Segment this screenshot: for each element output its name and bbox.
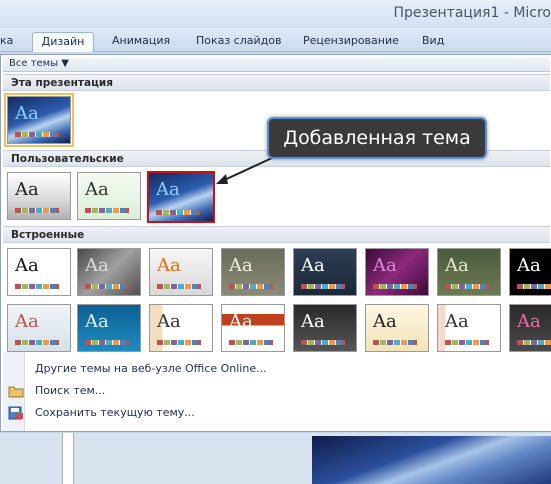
theme-sample-text: Aa [15,179,39,200]
theme-builtin-3[interactable]: Aa [149,248,213,296]
theme-builtin-5[interactable]: Aa [293,248,357,296]
color-swatches [15,340,59,345]
tab-review[interactable]: Рецензирование [303,32,399,52]
section-built-in: Встроенные [3,226,550,243]
section-this-presentation: Эта презентация [3,74,550,91]
menu-item-label: Поиск тем... [35,384,106,397]
menu-item-label: Сохранить текущую тему... [35,406,195,419]
theme-sample-text: Aa [157,311,181,332]
color-swatches [15,132,59,137]
color-swatches [229,284,273,289]
folder-icon [8,384,24,398]
theme-sample-text: Aa [445,311,469,332]
theme-builtin-7[interactable]: Aa [437,248,501,296]
all-themes-dropdown[interactable]: Все темы ▼ [9,57,69,72]
theme-sample-text: Aa [15,255,39,276]
added-theme-callout: Добавленная тема [267,117,487,159]
themes-gallery: Все темы ▼ Эта презентация Aa Пользовате… [0,54,551,432]
color-swatches [229,340,273,345]
ribbon-tab-bar: ка Дизайн Анимация Показ слайдов Рецензи… [0,28,551,52]
theme-sample-text: Aa [301,255,325,276]
theme-builtin-15[interactable]: Aa [437,304,501,352]
theme-sample-text: Aa [229,311,253,332]
theme-builtin-office[interactable]: Aa [7,248,71,296]
theme-builtin-11[interactable]: Aa [149,304,213,352]
theme-current[interactable]: Aa [4,93,74,147]
theme-sample-text: Aa [85,255,109,276]
menu-save-current-theme[interactable]: Сохранить текущую тему... [3,403,550,424]
menu-browse-themes[interactable]: Поиск тем... [3,381,550,402]
color-swatches [301,284,345,289]
theme-builtin-8[interactable]: Aa [509,248,551,296]
color-swatches [85,208,129,213]
color-swatches [15,284,59,289]
color-swatches [85,284,129,289]
theme-builtin-4[interactable]: Aa [221,248,285,296]
color-swatches [85,340,129,345]
color-swatches [157,340,201,345]
theme-builtin-2[interactable]: Aa [77,248,141,296]
color-swatches [15,208,59,213]
theme-custom-2[interactable]: Aa [77,172,141,220]
theme-builtin-10[interactable]: Aa [77,304,141,352]
menu-item-label: Другие темы на веб-узле Office Online... [35,362,267,375]
theme-builtin-6[interactable]: Aa [365,248,429,296]
theme-sample-text: Aa [157,255,181,276]
slide-preview [312,436,551,484]
color-swatches [156,210,200,215]
theme-sample-text: Aa [15,311,39,332]
theme-builtin-13[interactable]: Aa [293,304,357,352]
theme-sample-text: Aa [85,179,109,200]
tab-view[interactable]: Вид [422,32,444,52]
menu-more-themes-online[interactable]: Другие темы на веб-узле Office Online... [3,359,550,380]
theme-custom-1[interactable]: Aa [7,172,71,220]
theme-sample-text: Aa [156,179,180,200]
theme-sample-text: Aa [301,311,325,332]
color-swatches [157,284,201,289]
theme-sample-text: Aa [517,255,541,276]
theme-sample-text: Aa [15,103,39,124]
tab-file[interactable]: ка [0,32,13,52]
tab-design[interactable]: Дизайн [32,32,94,52]
color-swatches [301,340,345,345]
color-swatches [373,340,417,345]
gallery-filter-bar: Все темы ▼ [3,57,550,72]
theme-sample-text: Aa [373,255,397,276]
theme-sample-text: Aa [85,311,109,332]
color-swatches [373,284,417,289]
theme-sample-text: Aa [229,255,253,276]
theme-sample-text: Aa [373,311,397,332]
tab-slideshow[interactable]: Показ слайдов [196,32,282,52]
color-swatches [517,284,551,289]
color-swatches [517,340,551,345]
vertical-ruler [62,433,74,484]
theme-sample-text: Aa [517,311,541,332]
theme-builtin-9[interactable]: Aa [7,304,71,352]
save-theme-icon [8,406,24,420]
theme-builtin-12[interactable]: Aa [221,304,285,352]
window-title: Презентация1 - Micro [393,5,551,21]
theme-builtin-14[interactable]: Aa [365,304,429,352]
tab-animation[interactable]: Анимация [112,32,170,52]
color-swatches [445,284,489,289]
theme-sample-text: Aa [445,255,469,276]
title-bar: Презентация1 - Micro [0,0,551,28]
theme-added[interactable]: Aa [147,171,215,223]
color-swatches [445,340,489,345]
theme-builtin-16[interactable]: Aa [509,304,551,352]
